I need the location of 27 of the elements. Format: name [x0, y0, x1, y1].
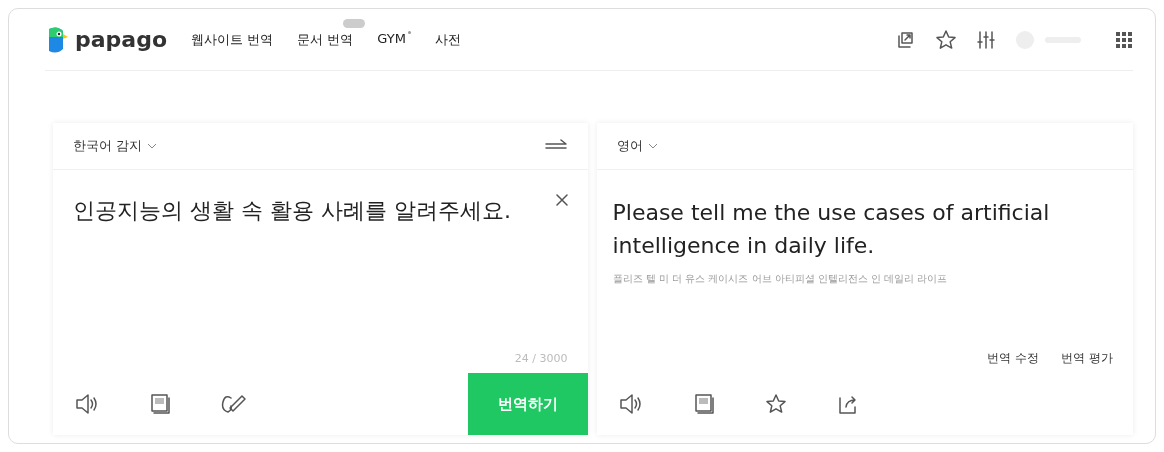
- close-icon[interactable]: [555, 194, 568, 206]
- nav-link[interactable]: 문서 번역: [297, 30, 354, 49]
- pronunciation-text: 플리즈 텔 미 더 유스 케이시즈 어브 아티피셜 인텔리전스 인 데일리 라이프: [612, 272, 949, 286]
- character-count: 24 / 3000: [514, 352, 568, 367]
- apps-grid-icon[interactable]: [1115, 30, 1133, 49]
- nav-link[interactable]: GYM: [377, 30, 406, 46]
- source-text[interactable]: 인공지능의 생활 속 활용 사례를 알려주세요.: [73, 194, 540, 228]
- copy-icon[interactable]: [149, 393, 171, 415]
- speaker-icon[interactable]: [75, 393, 99, 415]
- star-icon[interactable]: [764, 393, 787, 415]
- nav-link[interactable]: 웹사이트 번역: [191, 30, 274, 49]
- language-dropdown[interactable]: 한국어 감지: [73, 137, 158, 155]
- nav-link[interactable]: 사전: [434, 30, 461, 49]
- translated-text: Please tell me the use cases of artificial intelligence in daily life.: [612, 199, 1051, 260]
- action-link[interactable]: 번역 수정: [987, 350, 1040, 367]
- chevron-down-icon: [147, 143, 158, 149]
- speaker-icon[interactable]: [618, 393, 643, 415]
- sliders-icon[interactable]: [977, 29, 995, 50]
- handwriting-icon[interactable]: [221, 393, 249, 415]
- star-icon[interactable]: [935, 28, 957, 51]
- logo-text[interactable]: papago: [75, 27, 168, 52]
- language-dropdown[interactable]: 영어: [616, 137, 658, 155]
- external-link-icon[interactable]: [895, 29, 915, 50]
- chevron-down-icon: [647, 143, 658, 149]
- share-icon[interactable]: [836, 393, 859, 415]
- copy-icon[interactable]: [692, 393, 715, 415]
- action-link[interactable]: 번역 평가: [1061, 350, 1113, 367]
